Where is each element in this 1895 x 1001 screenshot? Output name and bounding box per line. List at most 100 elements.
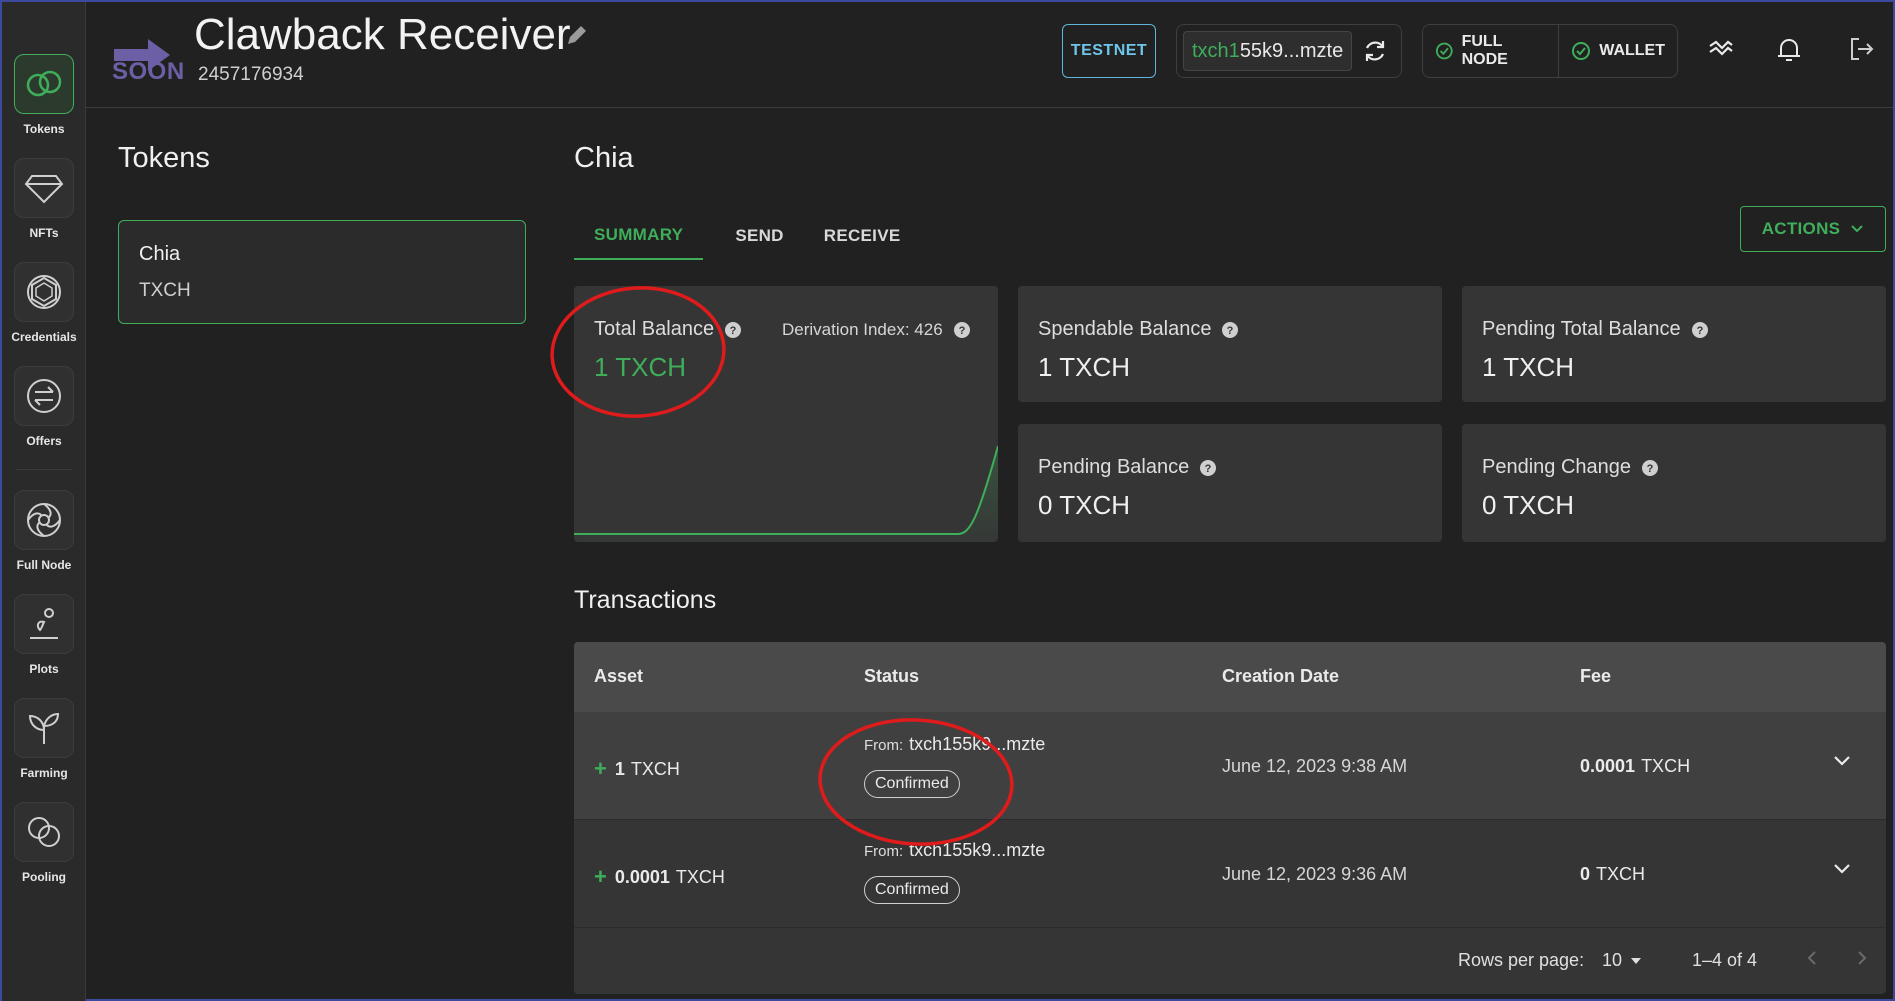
sidebar-item-label: Tokens — [23, 122, 65, 136]
address-box: txch1 55k9...mzte — [1176, 24, 1402, 78]
column-header-status[interactable]: Status — [864, 666, 919, 687]
pending-balance-label: Pending Balance ? — [1038, 456, 1217, 479]
total-balance-text: Total Balance — [594, 318, 715, 340]
help-icon[interactable]: ? — [724, 321, 742, 339]
app-header: SOON Clawback Receiver 2457176934 TESTNE… — [86, 2, 1893, 108]
nft-diamond-icon — [14, 158, 74, 218]
sidebar-item-label: NFTs — [29, 226, 59, 240]
sidebar-item-nfts[interactable]: NFTs — [2, 158, 86, 240]
pending-balance-text: Pending Balance — [1038, 456, 1190, 478]
wallet-tabs: SUMMARY SEND RECEIVE — [574, 212, 920, 260]
svg-text:?: ? — [1696, 325, 1703, 337]
sidebar-item-tokens[interactable]: Tokens — [2, 54, 86, 136]
tx-fee-unit: TXCH — [1596, 864, 1646, 884]
sidebar-item-pooling[interactable]: Pooling — [2, 802, 86, 884]
transactions-heading: Transactions — [574, 586, 717, 614]
tx-from: From: txch155k9...mzte — [864, 840, 1045, 861]
from-address[interactable]: txch155k9...mzte — [909, 840, 1045, 860]
tab-summary[interactable]: SUMMARY — [574, 212, 704, 260]
table-header: Asset Status Creation Date Fee — [574, 642, 1886, 712]
tokens-heading: Tokens — [118, 142, 210, 174]
total-balance-card: Total Balance ? Derivation Index: 426 ? … — [574, 286, 998, 542]
spendable-balance-label: Spendable Balance ? — [1038, 318, 1239, 341]
tab-send[interactable]: SEND — [715, 212, 803, 260]
pending-total-balance-card: Pending Total Balance ? 1 TXCH — [1462, 286, 1886, 402]
help-icon[interactable]: ? — [953, 321, 971, 339]
sidebar-item-label: Credentials — [11, 330, 77, 344]
column-header-creation-date[interactable]: Creation Date — [1222, 666, 1339, 687]
caret-down-icon — [1631, 957, 1642, 964]
sidebar-item-full-node[interactable]: Full Node — [2, 490, 86, 572]
pending-balance-card: Pending Balance ? 0 TXCH — [1018, 424, 1442, 542]
logout-icon[interactable] — [1846, 34, 1876, 64]
sidebar-item-label: Full Node — [16, 558, 72, 572]
tx-from: From: txch155k9...mzte — [864, 734, 1045, 755]
status-badge: Confirmed — [864, 876, 960, 904]
token-card-chia[interactable]: Chia TXCH — [118, 220, 526, 324]
token-symbol: TXCH — [139, 280, 191, 301]
wallet-name: Clawback Receiver — [194, 10, 571, 59]
prev-page-icon[interactable] — [1802, 948, 1822, 968]
rows-per-page-select[interactable]: 10 — [1602, 950, 1642, 971]
sidebar-item-offers[interactable]: Offers — [2, 366, 86, 448]
sidebar-item-farming[interactable]: Farming — [2, 698, 86, 780]
table-pagination: Rows per page: 10 1–4 of 4 — [574, 926, 1886, 994]
pending-change-label: Pending Change ? — [1482, 456, 1659, 479]
full-node-status[interactable]: FULL NODE — [1423, 25, 1558, 77]
sidebar-item-credentials[interactable]: Credentials — [2, 262, 86, 344]
tx-fee: 0.0001 TXCH — [1580, 756, 1690, 777]
svg-text:?: ? — [958, 325, 965, 337]
rows-per-page-value: 10 — [1602, 950, 1623, 970]
table-row[interactable]: + 0.0001 TXCH From: txch155k9...mzte Conf… — [574, 820, 1886, 928]
actions-button[interactable]: ACTIONS — [1740, 206, 1886, 252]
pending-change-card: Pending Change ? 0 TXCH — [1462, 424, 1886, 542]
bell-icon[interactable] — [1774, 34, 1804, 64]
pagination-range: 1–4 of 4 — [1692, 950, 1758, 970]
sidebar-item-plots[interactable]: Plots — [2, 594, 86, 676]
help-icon[interactable]: ? — [1199, 459, 1217, 477]
tx-amount: + 1 TXCH — [594, 756, 680, 782]
full-node-label: FULL NODE — [1461, 33, 1508, 68]
sidebar-item-label: Farming — [20, 766, 68, 780]
network-waves-icon[interactable] — [1706, 34, 1736, 64]
wallet-address[interactable]: txch1 55k9...mzte — [1183, 31, 1353, 71]
column-header-asset[interactable]: Asset — [594, 666, 643, 687]
next-page-icon[interactable] — [1852, 948, 1872, 968]
help-icon[interactable]: ? — [1221, 321, 1239, 339]
spendable-balance-card: Spendable Balance ? 1 TXCH — [1018, 286, 1442, 402]
tx-amount-value: 1 — [614, 758, 625, 779]
pending-change-text: Pending Change — [1482, 456, 1632, 478]
tab-receive[interactable]: RECEIVE — [804, 212, 921, 260]
check-circle-icon — [1435, 42, 1453, 60]
rows-per-page-label: Rows per page: — [1458, 950, 1585, 970]
total-balance-value: 1 TXCH — [594, 352, 686, 382]
status-badge: Confirmed — [864, 770, 960, 798]
pending-change-value: 0 TXCH — [1482, 490, 1574, 520]
farming-sprout-icon — [14, 698, 74, 758]
expand-row-chevron-icon[interactable] — [1832, 862, 1852, 876]
sidebar-item-label: Plots — [29, 662, 59, 676]
svg-text:?: ? — [1205, 463, 1212, 475]
tx-date: June 12, 2023 9:36 AM — [1222, 864, 1408, 884]
expand-row-chevron-icon[interactable] — [1832, 754, 1852, 768]
tx-amount: + 0.0001 TXCH — [594, 864, 725, 890]
derivation-index: Derivation Index: 426 ? — [782, 320, 971, 340]
incoming-plus-icon: + — [594, 864, 607, 889]
wallet-status[interactable]: WALLET — [1558, 25, 1677, 77]
svg-text:?: ? — [730, 325, 737, 337]
pending-total-balance-value: 1 TXCH — [1482, 352, 1574, 382]
table-row[interactable]: + 1 TXCH From: txch155k9...mzte Confirmed… — [574, 712, 1886, 820]
transactions-table: Asset Status Creation Date Fee + 1 TXCH … — [574, 642, 1886, 994]
from-address[interactable]: txch155k9...mzte — [909, 734, 1045, 754]
from-label: From: — [864, 843, 904, 860]
tx-fee-value: 0 — [1580, 864, 1591, 884]
actions-label: ACTIONS — [1761, 219, 1841, 238]
help-icon[interactable]: ? — [1641, 459, 1659, 477]
incoming-plus-icon: + — [594, 756, 607, 781]
help-icon[interactable]: ? — [1691, 321, 1709, 339]
tx-fee: 0 TXCH — [1580, 864, 1645, 885]
refresh-address-icon[interactable] — [1362, 38, 1388, 64]
edit-pencil-icon[interactable] — [564, 22, 590, 48]
column-header-fee[interactable]: Fee — [1580, 666, 1611, 687]
tx-fee-unit: TXCH — [1641, 756, 1691, 776]
